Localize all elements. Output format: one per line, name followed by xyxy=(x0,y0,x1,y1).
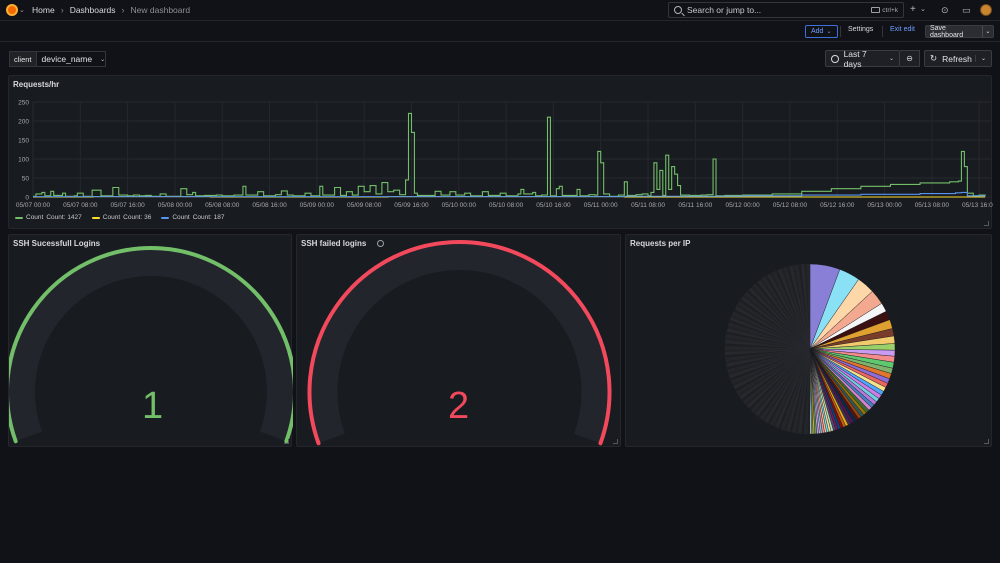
y-tick-label: 100 xyxy=(18,157,29,164)
y-tick-label: 50 xyxy=(22,176,30,183)
zoom-out-icon: ⊖ xyxy=(906,54,913,63)
clock-icon xyxy=(831,54,839,63)
zoom-out-button[interactable]: ⊖ xyxy=(900,50,920,67)
resize-handle[interactable] xyxy=(613,439,618,444)
legend-swatch xyxy=(91,216,100,219)
legend-item[interactable]: Count Count: 36 xyxy=(91,214,152,221)
x-tick-label: 05/11 08:00 xyxy=(631,202,665,209)
ssh-success-panel[interactable]: SSH Sucessfull Logins 1 xyxy=(8,234,293,447)
variable-bar: client device_name ⌄ xyxy=(9,51,106,67)
divider xyxy=(882,26,883,37)
variable-value: device_name xyxy=(41,54,93,64)
legend-stat: Count: 1427 xyxy=(46,214,82,221)
x-tick-label: 05/10 00:00 xyxy=(442,202,477,209)
x-tick-label: 05/10 08:00 xyxy=(489,202,524,209)
legend-name: Count xyxy=(172,214,190,221)
gauge-value: 2 xyxy=(448,385,470,427)
legend-name: Count xyxy=(26,214,44,221)
breadcrumb-dashboards[interactable]: Dashboards xyxy=(70,5,116,15)
x-tick-label: 05/12 08:00 xyxy=(773,202,808,209)
x-tick-label: 05/08 00:00 xyxy=(158,202,193,209)
requests-per-ip-pie xyxy=(724,263,896,435)
help-icon[interactable]: ⊙ xyxy=(941,4,949,16)
x-tick-label: 05/13 00:00 xyxy=(867,202,902,209)
time-range-picker[interactable]: Last 7 days ⌄ xyxy=(825,48,900,69)
resize-handle[interactable] xyxy=(284,439,289,444)
gauge-value: 1 xyxy=(142,385,164,427)
dashboard-toolbar: Add ⌄ Settings Exit edit Save dashboard … xyxy=(0,21,1000,42)
x-tick-label: 05/09 16:00 xyxy=(394,202,429,209)
refresh-label: Refresh xyxy=(942,53,972,64)
chart-legend: Count Count: 1427 Count Count: 36 Count … xyxy=(15,214,225,221)
requests-line-chart: 0 50 100 150 200 250 05/07 00:00 05/07 08:00 05/… xyxy=(16,100,993,210)
news-icon[interactable]: ▭ xyxy=(962,4,971,16)
y-tick-label: 0 xyxy=(25,195,29,202)
y-tick-label: 200 xyxy=(18,119,29,126)
x-tick-label: 05/12 16:00 xyxy=(820,202,855,209)
variable-select[interactable]: device_name ⌄ xyxy=(36,51,106,67)
requests-panel[interactable]: Requests/hr 0 50 100 150 200 250 05/07 00:00 05… xyxy=(8,75,993,229)
keyboard-icon xyxy=(871,7,881,13)
x-tick-label: 05/07 08:00 xyxy=(63,202,98,209)
save-dashboard-button[interactable]: Save dashboard ⌄ xyxy=(925,24,994,39)
breadcrumb: Home › Dashboards › New dashboard xyxy=(32,5,190,15)
plus-icon[interactable]: + xyxy=(910,4,916,16)
x-tick-label: 05/13 08:00 xyxy=(915,202,950,209)
time-range-label: Last 7 days xyxy=(843,48,867,69)
chevron-right-icon: › xyxy=(121,5,125,15)
x-tick-label: 05/13 16:00 xyxy=(962,202,993,209)
top-bar: ⌄ Home › Dashboards › New dashboard Sear… xyxy=(0,0,1000,21)
refresh-icon: ↻ xyxy=(930,53,938,63)
divider xyxy=(840,26,841,37)
search-icon xyxy=(674,6,682,14)
variable-label: client xyxy=(9,51,37,67)
chevron-down-icon[interactable]: ⌄ xyxy=(974,55,986,62)
resize-handle[interactable] xyxy=(984,439,989,444)
x-tick-label: 05/11 16:00 xyxy=(678,202,712,209)
search-placeholder: Search or jump to... xyxy=(687,5,762,15)
grafana-logo-icon[interactable] xyxy=(6,4,18,16)
chevron-down-icon[interactable]: ⌄ xyxy=(981,26,993,37)
legend-item[interactable]: Count Count: 1427 xyxy=(15,214,82,221)
add-button-label: Add xyxy=(811,28,824,35)
x-tick-label: 05/07 00:00 xyxy=(16,202,51,209)
x-tick-label: 05/11 00:00 xyxy=(584,202,618,209)
exit-edit-button[interactable]: Exit edit xyxy=(890,26,915,33)
chevron-down-icon: ⌄ xyxy=(100,56,106,63)
avatar[interactable] xyxy=(980,4,992,16)
y-tick-label: 250 xyxy=(18,100,29,107)
search-input[interactable]: Search or jump to... ctrl+k xyxy=(668,2,904,18)
chevron-right-icon: › xyxy=(60,5,64,15)
y-tick-label: 150 xyxy=(18,138,29,145)
chevron-down-icon: ⌄ xyxy=(888,56,894,62)
save-dashboard-label: Save dashboard xyxy=(930,24,964,39)
legend-swatch xyxy=(15,216,23,219)
refresh-button[interactable]: ↻ Refresh ⌄ xyxy=(924,50,992,67)
breadcrumb-current: New dashboard xyxy=(130,5,191,15)
x-tick-label: 05/07 16:00 xyxy=(110,202,145,209)
x-tick-label: 05/10 16:00 xyxy=(536,202,571,209)
x-tick-label: 05/08 16:00 xyxy=(252,202,287,209)
legend-stat: Count: 36 xyxy=(123,214,152,221)
settings-button[interactable]: Settings xyxy=(848,26,873,33)
chevron-down-icon[interactable]: ⌄ xyxy=(920,4,926,16)
legend-name: Count xyxy=(102,214,121,221)
series-line xyxy=(33,112,986,197)
requests-per-ip-panel[interactable]: Requests per IP xyxy=(625,234,992,447)
x-tick-label: 05/09 08:00 xyxy=(347,202,382,209)
ssh-failed-panel[interactable]: SSH failed logins 2 xyxy=(296,234,621,447)
x-tick-label: 05/09 00:00 xyxy=(300,202,335,209)
legend-item[interactable]: Count Count: 187 xyxy=(161,214,225,221)
legend-stat: Count: 187 xyxy=(192,214,225,221)
legend-swatch xyxy=(161,216,170,219)
chevron-down-icon[interactable]: ⌄ xyxy=(19,6,25,14)
chevron-down-icon: ⌄ xyxy=(826,29,832,35)
search-shortcut: ctrl+k xyxy=(882,6,898,14)
breadcrumb-home[interactable]: Home xyxy=(32,5,55,15)
resize-handle[interactable] xyxy=(984,221,989,226)
x-tick-label: 05/08 08:00 xyxy=(205,202,240,209)
x-tick-label: 05/12 00:00 xyxy=(725,202,760,209)
add-button[interactable]: Add ⌄ xyxy=(805,25,838,38)
